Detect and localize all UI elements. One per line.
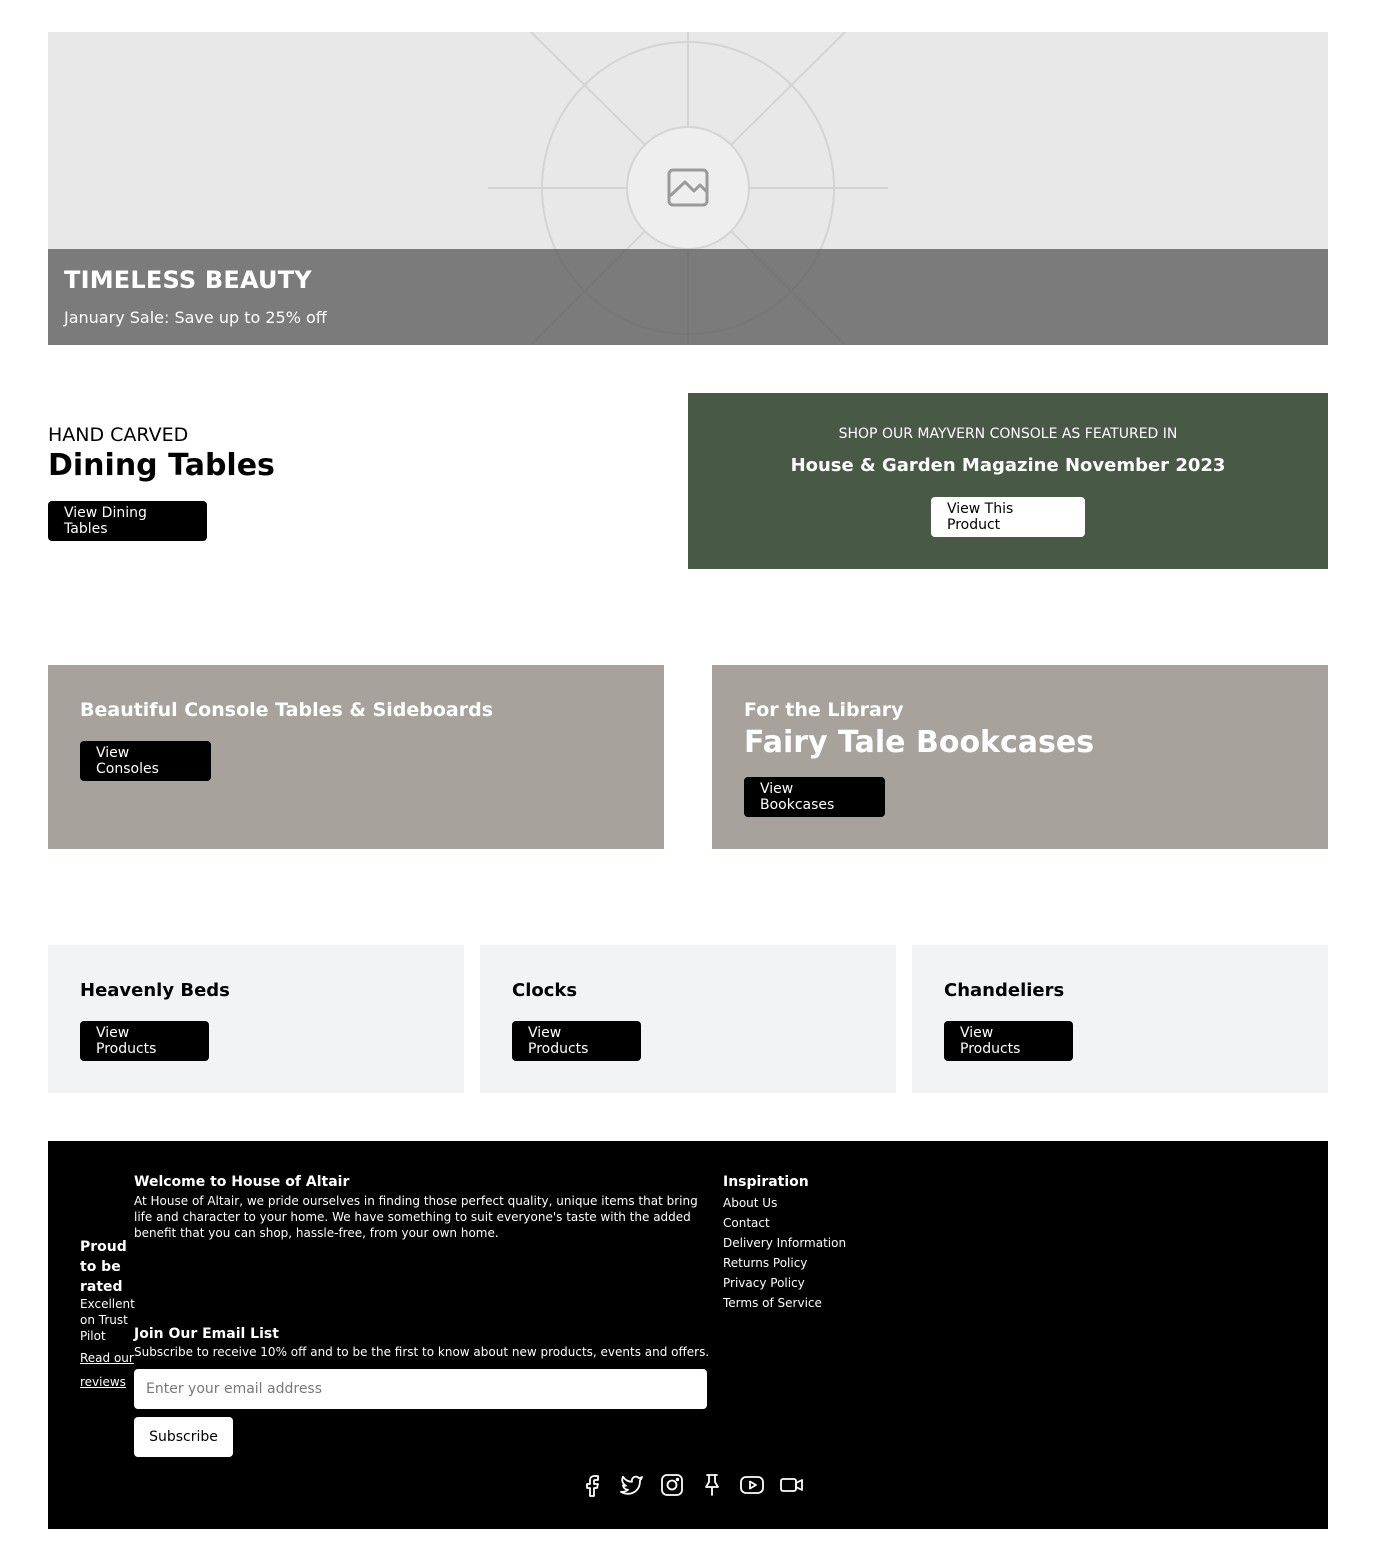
facebook-icon[interactable]: [578, 1471, 606, 1499]
video-icon[interactable]: [778, 1471, 806, 1499]
instagram-icon[interactable]: [658, 1471, 686, 1499]
rating-text: Excellent on Trust Pilot: [80, 1297, 135, 1343]
view-dining-tables-button[interactable]: View Dining Tables: [48, 501, 207, 541]
email-input[interactable]: [134, 1369, 707, 1409]
footer-link-delivery-information[interactable]: Delivery Information: [723, 1233, 846, 1253]
email-list-text: Subscribe to receive 10% off and to be t…: [134, 1345, 710, 1359]
footer-link-terms-of-service[interactable]: Terms of Service: [723, 1293, 846, 1313]
twitter-icon[interactable]: [618, 1471, 646, 1499]
subscribe-button[interactable]: Subscribe: [134, 1417, 233, 1457]
hero-subtitle: January Sale: Save up to 25% off: [64, 308, 327, 327]
promo-bookcases-title: Fairy Tale Bookcases: [744, 725, 1095, 760]
footer-link-returns-policy[interactable]: Returns Policy: [723, 1253, 846, 1273]
youtube-icon[interactable]: [738, 1471, 766, 1499]
category-card-beds: Heavenly Beds View Products: [48, 945, 464, 1093]
footer-link-contact[interactable]: Contact: [723, 1213, 846, 1233]
rating-heading: Proud to be rated: [80, 1239, 127, 1295]
inspiration-heading: Inspiration: [723, 1174, 809, 1190]
read-reviews-link[interactable]: Read our reviews: [80, 1346, 134, 1394]
social-links: [578, 1471, 806, 1499]
category-title: Clocks: [512, 980, 578, 1001]
category-title: Chandeliers: [944, 980, 1065, 1001]
promo-bookcases-eyebrow: For the Library: [744, 699, 904, 721]
view-bookcases-button[interactable]: View Bookcases: [744, 777, 885, 817]
site-footer: Proud to be rated Excellent on Trust Pil…: [48, 1141, 1328, 1529]
hero-title: TIMELESS BEAUTY: [64, 266, 312, 294]
category-title: Heavenly Beds: [80, 980, 230, 1001]
promo-card-consoles: Beautiful Console Tables & Sideboards Vi…: [48, 665, 664, 849]
hero-caption-overlay: [48, 249, 1328, 345]
inspiration-links: About Us Contact Delivery Information Re…: [723, 1193, 846, 1313]
view-consoles-button[interactable]: View Consoles: [80, 741, 211, 781]
welcome-text: At House of Altair, we pride ourselves i…: [134, 1194, 698, 1240]
category-card-clocks: Clocks View Products: [480, 945, 896, 1093]
view-this-product-button[interactable]: View This Product: [931, 497, 1085, 537]
featured-product-banner: SHOP OUR MAYVERN CONSOLE AS FEATURED IN …: [688, 393, 1328, 569]
email-list-heading: Join Our Email List: [134, 1326, 279, 1342]
promo-card-bookcases: For the Library Fairy Tale Bookcases Vie…: [712, 665, 1328, 849]
featured-title: House & Garden Magazine November 2023: [790, 455, 1226, 476]
pinterest-icon[interactable]: [698, 1471, 726, 1499]
featured-eyebrow: SHOP OUR MAYVERN CONSOLE AS FEATURED IN: [838, 426, 1178, 442]
view-products-button[interactable]: View Products: [80, 1021, 209, 1061]
dining-eyebrow: HAND CARVED: [48, 424, 189, 446]
promo-consoles-title: Beautiful Console Tables & Sideboards: [80, 699, 494, 721]
footer-link-privacy-policy[interactable]: Privacy Policy: [723, 1273, 846, 1293]
dining-title: Dining Tables: [48, 448, 275, 483]
category-card-chandeliers: Chandeliers View Products: [912, 945, 1328, 1093]
view-products-button[interactable]: View Products: [512, 1021, 641, 1061]
view-products-button[interactable]: View Products: [944, 1021, 1073, 1061]
welcome-heading: Welcome to House of Altair: [134, 1174, 350, 1190]
hero-banner[interactable]: TIMELESS BEAUTY January Sale: Save up to…: [48, 32, 1328, 345]
footer-link-about-us[interactable]: About Us: [723, 1193, 846, 1213]
